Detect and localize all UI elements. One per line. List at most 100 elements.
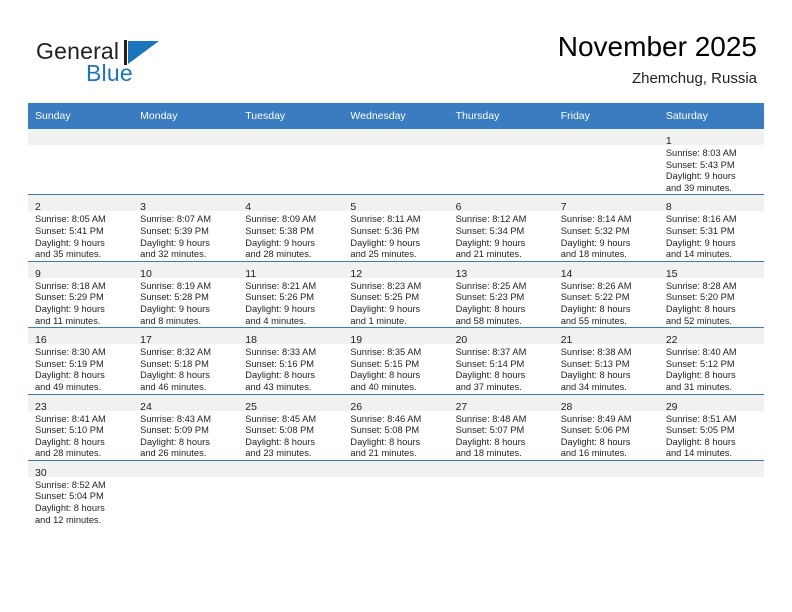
sunset-text: Sunset: 5:13 PM [560,358,630,369]
calendar-day-cell[interactable]: 29 Sunrise: 8:51 AM Sunset: 5:05 PM Dayligh… [658,393,764,461]
daylight-text-cont: and 21 minutes. [455,249,522,260]
day-number-bar: 27 [448,394,554,413]
day-detail-block: Sunrise: 8:05 AM Sunset: 5:41 PM Daylight:… [28,211,133,260]
calendar-day-cell[interactable]: 13 Sunrise: 8:25 AM Sunset: 5:23 PM Dayligh… [448,260,554,328]
calendar-day-cell[interactable]: 5 Sunrise: 8:11 AM Sunset: 5:36 PM Daylight… [343,194,449,262]
day-number-bar: 24 [133,394,239,413]
day-number-bar: 18 [238,328,344,347]
calendar-day-cell[interactable]: 19 Sunrise: 8:35 AM Sunset: 5:15 PM Dayligh… [343,327,449,394]
day-detail-block: Sunrise: 8:45 AM Sunset: 5:08 PM Daylight:… [238,411,343,460]
calendar-day-cell[interactable]: 15 Sunrise: 8:28 AM Sunset: 5:20 PM Dayligh… [658,260,764,328]
page-header: General Blue November 2025 Zhemchug, Rus… [0,0,792,103]
day-number: 2 [35,201,41,214]
day-number: 24 [140,400,152,413]
day-number: 22 [665,334,678,347]
daylight-text: Daylight: 9 hours [140,237,210,248]
sunset-text: Sunset: 5:10 PM [35,425,104,436]
calendar-day-cell[interactable]: 7 Sunrise: 8:14 AM Sunset: 5:32 PM Daylight… [553,194,659,262]
calendar-day-cell-empty [553,459,659,527]
daylight-text: Daylight: 9 hours [35,303,105,314]
calendar-day-cell[interactable]: 14 Sunrise: 8:26 AM Sunset: 5:22 PM Dayligh… [553,260,659,328]
daylight-text: Daylight: 8 hours [665,436,736,447]
calendar-day-cell[interactable]: 20 Sunrise: 8:37 AM Sunset: 5:14 PM Dayligh… [448,327,554,394]
sunset-text: Sunset: 5:29 PM [35,292,104,303]
sunrise-text: Sunrise: 8:16 AM [665,214,737,225]
day-number-bar [133,129,239,145]
calendar-day-cell[interactable]: 17 Sunrise: 8:32 AM Sunset: 5:18 PM Dayligh… [133,327,239,394]
calendar-day-cell[interactable]: 24 Sunrise: 8:43 AM Sunset: 5:09 PM Dayligh… [133,393,239,461]
daylight-text: Daylight: 8 hours [245,436,316,447]
day-number-bar [553,460,659,477]
day-number-bar: 26 [343,394,449,413]
sunrise-text: Sunrise: 8:46 AM [350,413,422,424]
daylight-text: Daylight: 8 hours [560,436,631,447]
daylight-text-cont: and 1 minute. [350,315,407,326]
calendar-day-cell[interactable]: 9 Sunrise: 8:18 AM Sunset: 5:29 PM Daylight… [28,260,134,328]
calendar-day-cell[interactable]: 8 Sunrise: 8:16 AM Sunset: 5:31 PM Daylight… [658,194,764,262]
calendar-day-cell[interactable]: 10 Sunrise: 8:19 AM Sunset: 5:28 PM Dayligh… [133,260,239,328]
daylight-text-cont: and 55 minutes. [560,315,627,326]
calendar-day-cell[interactable]: 11 Sunrise: 8:21 AM Sunset: 5:26 PM Dayligh… [238,260,344,328]
daylight-text-cont: and 35 minutes. [35,249,102,260]
daylight-text-cont: and 14 minutes. [665,448,732,459]
daylight-text: Daylight: 8 hours [455,370,526,381]
daylight-text: Daylight: 8 hours [455,303,526,314]
daylight-text: Daylight: 8 hours [350,436,421,447]
day-number-bar: 7 [553,195,659,213]
day-number: 30 [35,466,47,479]
calendar-day-cell[interactable]: 4 Sunrise: 8:09 AM Sunset: 5:38 PM Daylight… [238,194,344,262]
day-detail-block: Sunrise: 8:16 AM Sunset: 5:31 PM Daylight:… [659,211,764,260]
calendar-day-cell[interactable]: 1 Sunrise: 8:03 AM Sunset: 5:43 PM Daylight… [658,127,764,195]
day-number-bar: 2 [28,195,134,214]
weekday-header-tuesday: Tuesday [238,103,344,129]
sunset-text: Sunset: 5:26 PM [245,292,315,303]
day-number: 19 [350,334,363,347]
weekday-header-thursday: Thursday [448,103,554,129]
day-number: 25 [245,400,257,413]
daylight-text: Daylight: 8 hours [35,370,105,381]
brand-logo[interactable]: General Blue [36,38,216,90]
calendar-day-cell[interactable]: 26 Sunrise: 8:46 AM Sunset: 5:08 PM Dayligh… [343,393,449,461]
calendar-day-cell[interactable]: 23 Sunrise: 8:41 AM Sunset: 5:10 PM Dayligh… [28,393,134,461]
weekday-header-saturday: Saturday [658,103,764,129]
day-number-bar: 25 [238,394,344,413]
day-detail-block: Sunrise: 8:48 AM Sunset: 5:07 PM Daylight:… [449,411,554,460]
day-number-bar: 13 [448,261,554,280]
calendar-day-cell[interactable]: 6 Sunrise: 8:12 AM Sunset: 5:34 PM Daylight… [448,194,554,262]
calendar-day-cell[interactable]: 22 Sunrise: 8:40 AM Sunset: 5:12 PM Dayligh… [658,327,764,394]
day-detail-block: Sunrise: 8:09 AM Sunset: 5:38 PM Daylight:… [238,211,343,260]
sunset-text: Sunset: 5:25 PM [350,292,420,303]
calendar-day-cell[interactable]: 12 Sunrise: 8:23 AM Sunset: 5:25 PM Dayligh… [343,260,449,328]
calendar-day-cell[interactable]: 3 Sunrise: 8:07 AM Sunset: 5:39 PM Daylight… [133,194,239,262]
calendar-day-cell[interactable]: 30 Sunrise: 8:52 AM Sunset: 5:04 PM Dayligh… [28,459,134,527]
sunrise-text: Sunrise: 8:03 AM [665,148,737,158]
daylight-text: Daylight: 9 hours [455,237,526,248]
sunrise-text: Sunrise: 8:38 AM [560,347,632,358]
daylight-text-cont: and 49 minutes. [35,381,102,392]
day-detail-block: Sunrise: 8:51 AM Sunset: 5:05 PM Daylight:… [659,411,764,460]
calendar-day-cell[interactable]: 27 Sunrise: 8:48 AM Sunset: 5:07 PM Dayligh… [448,393,554,461]
daylight-text-cont: and 58 minutes. [455,315,522,326]
day-number: 14 [560,267,573,280]
daylight-text: Daylight: 8 hours [455,436,526,447]
day-number: 20 [455,334,468,347]
sunrise-text: Sunrise: 8:30 AM [35,347,106,358]
sunset-text: Sunset: 5:19 PM [35,358,104,369]
day-detail-block: Sunrise: 8:19 AM Sunset: 5:28 PM Daylight:… [133,278,238,327]
calendar-day-cell[interactable]: 16 Sunrise: 8:30 AM Sunset: 5:19 PM Dayligh… [28,327,134,394]
sunrise-text: Sunrise: 8:07 AM [140,214,211,225]
calendar-day-cell-empty [448,459,554,527]
daylight-text: Daylight: 8 hours [140,436,210,447]
day-number-bar: 11 [238,261,344,280]
calendar-day-cell[interactable]: 28 Sunrise: 8:49 AM Sunset: 5:06 PM Dayligh… [553,393,659,461]
calendar-day-cell[interactable]: 2 Sunrise: 8:05 AM Sunset: 5:41 PM Daylight… [28,194,134,262]
day-number: 18 [245,334,257,347]
day-detail-block: Sunrise: 8:52 AM Sunset: 5:04 PM Daylight:… [28,477,133,526]
calendar-day-cell[interactable]: 18 Sunrise: 8:33 AM Sunset: 5:16 PM Dayligh… [238,327,344,394]
day-number-bar [238,460,344,477]
calendar-day-cell[interactable]: 21 Sunrise: 8:38 AM Sunset: 5:13 PM Dayligh… [553,327,659,394]
day-number-bar [238,129,344,145]
calendar-day-cell[interactable]: 25 Sunrise: 8:45 AM Sunset: 5:08 PM Dayligh… [238,393,344,461]
day-detail-block: Sunrise: 8:37 AM Sunset: 5:14 PM Daylight:… [449,344,554,393]
sunset-text: Sunset: 5:18 PM [140,358,209,369]
